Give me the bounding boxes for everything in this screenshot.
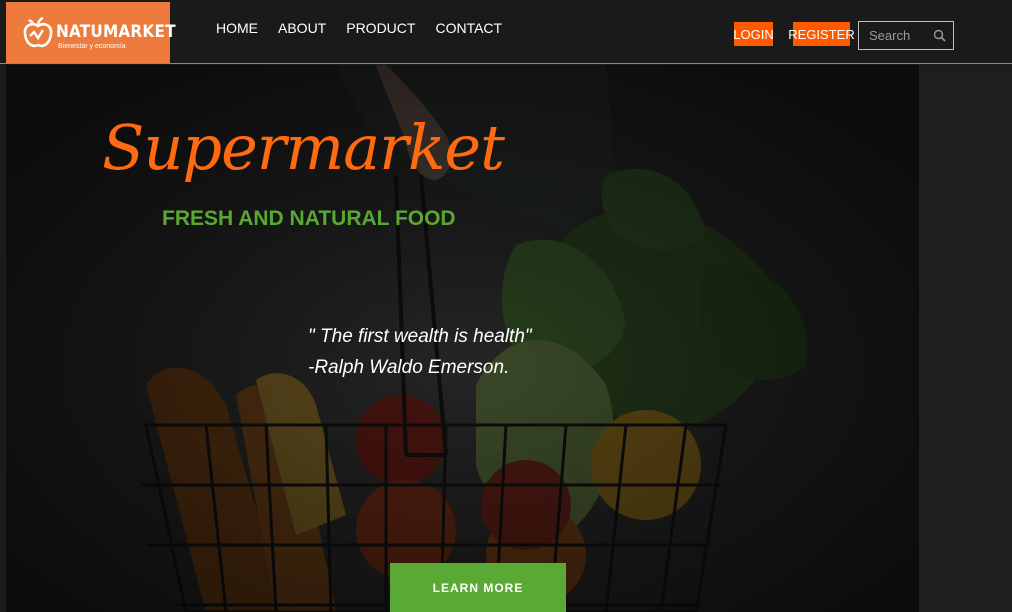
apple-logo-icon [23, 16, 53, 48]
search-icon[interactable] [933, 29, 946, 42]
brand-logo[interactable]: NATUMARKET Bienestar y economía [6, 2, 176, 63]
login-button[interactable]: LOGIN [733, 22, 774, 46]
search-box [858, 21, 954, 50]
brand-tagline: Bienestar y economía [58, 43, 126, 50]
hero-quote: " The first wealth is health" [308, 326, 532, 347]
register-button[interactable]: REGISTER [788, 22, 855, 46]
brand-name: NATUMARKET [56, 22, 176, 42]
nav-contact[interactable]: CONTACT [435, 20, 502, 36]
search-input[interactable] [859, 22, 929, 49]
hero-title: Supermarket [102, 111, 505, 184]
site-header: NATUMARKET Bienestar y economía HOME ABO… [0, 0, 1012, 64]
hero-banner: Supermarket FRESH AND NATURAL FOOD " The… [6, 65, 919, 612]
nav-home[interactable]: HOME [216, 20, 258, 36]
hero-quote-author: -Ralph Waldo Emerson. [308, 357, 510, 378]
nav-about[interactable]: ABOUT [278, 20, 326, 36]
main-nav: HOME ABOUT PRODUCT CONTACT [216, 20, 502, 36]
page-side-strip [919, 65, 1012, 612]
learn-more-button[interactable]: LEARN MORE [390, 563, 566, 612]
hero-subtitle: FRESH AND NATURAL FOOD [162, 207, 456, 230]
nav-product[interactable]: PRODUCT [346, 20, 415, 36]
